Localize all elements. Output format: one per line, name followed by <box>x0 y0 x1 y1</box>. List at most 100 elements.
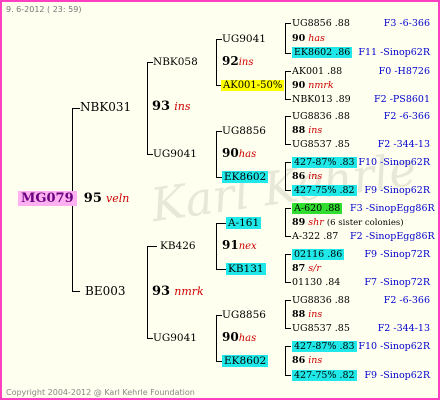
copyright: Copyright 2004-2012 @ Karl Kehrle Founda… <box>6 388 195 397</box>
gen4-tag: shr <box>308 217 324 228</box>
gen4-entry[interactable]: UG8856 .88 <box>292 17 350 30</box>
gen4-ref: F7 -Sinop72R <box>364 277 430 288</box>
date-stamp: 9. 6-2012 ( 23: 59) <box>6 5 82 14</box>
gen3-node-id[interactable]: AK001-50% <box>221 79 285 92</box>
gen3-node-id[interactable]: EK8602 <box>222 355 269 368</box>
gen3-node-id[interactable]: EK8602 <box>222 171 269 184</box>
gen4-label: EK8602 .86 <box>292 47 353 58</box>
gen4-entry[interactable]: 427-75% .82 <box>292 369 357 382</box>
gen2-node-id[interactable]: UG9041 <box>153 332 197 345</box>
gen4-ref: F2 -6-366 <box>383 295 430 306</box>
link-gen3e-top <box>285 208 291 209</box>
gen4-entry[interactable]: 02116 .86 <box>292 248 345 261</box>
gen4-ref: F3 -6-366 <box>383 18 430 29</box>
gen4-tag: nmrk <box>308 80 334 91</box>
gen4-entry[interactable]: EK8602 .86 <box>292 46 353 59</box>
root-id: MG079 <box>18 191 77 206</box>
link-gen3f-vertical <box>285 254 286 282</box>
gen3-label: A-161 <box>226 217 262 229</box>
link-gen3c-top <box>285 116 291 117</box>
gen3-node-id[interactable]: UG9041 <box>222 33 266 46</box>
gen4-score: 89 <box>292 217 306 228</box>
gen4-score-row: 88 ins <box>292 124 322 137</box>
gen4-ref: F3 -SinopEgg86R <box>350 203 435 214</box>
gen2-score: 90 <box>222 146 239 160</box>
gen2-node-score: 90has <box>222 147 256 161</box>
gen4-entry[interactable]: 427-75% .82 <box>292 184 357 197</box>
gen4-entry[interactable]: 427-87% .83 <box>292 340 357 353</box>
gen4-tag: ins <box>308 171 323 182</box>
gen1-node-score: 93 nmrk <box>152 285 204 298</box>
gen3-node-id[interactable]: A-161 <box>226 217 262 230</box>
gen4-note: (6 sister colonies) <box>326 218 404 228</box>
link-root-top <box>72 108 80 109</box>
root-score: 95 <box>83 191 102 206</box>
root-node[interactable]: MG079 95 veln <box>18 191 130 206</box>
gen4-entry[interactable]: UG8537 .85 <box>292 322 350 335</box>
link-gen3a-vertical <box>285 23 286 53</box>
gen2-node-score: 92ins <box>222 55 253 69</box>
gen4-tag: ins <box>308 125 323 136</box>
link-gen3b-top <box>285 71 291 72</box>
gen2-tag: nex <box>238 241 257 252</box>
gen4-score: 90 <box>292 80 306 91</box>
gen4-entry[interactable]: 01130 .84 <box>292 276 340 289</box>
gen3-label: EK8602 <box>222 355 269 367</box>
gen4-label: 427-87% .83 <box>292 341 357 352</box>
link-gen3g-vertical <box>285 300 286 328</box>
link-gen3d-bottom <box>285 190 291 191</box>
gen4-score-row: 90 nmrk <box>292 79 334 92</box>
root-tag: veln <box>106 192 130 205</box>
gen4-entry[interactable]: UG8537 .85 <box>292 138 350 151</box>
link-gen2d-vertical <box>216 315 217 361</box>
gen4-ref: F2 -PS8601 <box>374 94 430 105</box>
gen4-score-row: 90 has <box>292 32 325 45</box>
gen1-tag: nmrk <box>174 285 204 298</box>
gen4-label: 427-75% .82 <box>292 370 357 381</box>
gen4-score-row: 88 ins <box>292 308 322 321</box>
gen4-tag: has <box>308 33 325 44</box>
gen4-ref: F2 -344-13 <box>377 139 430 150</box>
link-gen3e-vertical <box>285 208 286 236</box>
link-gen1b-vertical <box>147 246 148 338</box>
link-gen3b-vertical <box>285 71 286 99</box>
link-gen3a-bottom <box>285 53 291 54</box>
gen2-node-id[interactable]: KB426 <box>160 240 196 253</box>
gen1-node-id[interactable]: NBK031 <box>80 101 131 114</box>
link-gen3g-top <box>285 300 291 301</box>
gen2-tag: ins <box>238 57 254 68</box>
gen4-entry[interactable]: UG8836 .88 <box>292 110 350 123</box>
gen4-entry[interactable]: A-322 .87 <box>292 230 338 243</box>
gen3-node-id[interactable]: KB131 <box>226 263 266 276</box>
gen1-node-id[interactable]: BE003 <box>85 285 125 298</box>
gen4-ref: F2 -SinopEgg86R <box>350 231 435 242</box>
gen4-score: 87 <box>292 263 306 274</box>
gen4-label: 427-87% .83 <box>292 157 357 168</box>
gen2-node-id[interactable]: NBK058 <box>153 56 198 69</box>
link-gen2c-vertical <box>216 223 217 269</box>
gen4-score: 88 <box>292 309 306 320</box>
gen3-node-id[interactable]: UG8856 <box>222 125 266 138</box>
gen3-node-id[interactable]: UG8856 <box>222 309 266 322</box>
link-gen3e-bottom <box>285 236 291 237</box>
gen4-label: 02116 .86 <box>292 249 345 260</box>
link-gen1b-top <box>147 246 157 247</box>
link-gen2b-vertical <box>216 131 217 177</box>
gen2-tag: has <box>238 333 257 344</box>
gen1-tag: ins <box>174 100 191 113</box>
gen4-entry[interactable]: 427-87% .83 <box>292 156 357 169</box>
link-root-bottom <box>72 291 80 292</box>
gen4-ref: F2 -344-13 <box>377 323 430 334</box>
gen4-entry[interactable]: NBK013 .89 <box>292 93 351 106</box>
gen4-entry[interactable]: UG8836 .88 <box>292 294 350 307</box>
gen4-entry[interactable]: AK001 .88 <box>292 65 342 78</box>
gen2-node-id[interactable]: UG9041 <box>153 148 197 161</box>
gen3-label: AK001-50% <box>221 80 285 91</box>
gen4-entry[interactable]: A-620 .88 <box>292 202 343 215</box>
link-gen3c-bottom <box>285 144 291 145</box>
gen1-score: 93 <box>152 99 171 114</box>
gen1-score: 93 <box>152 284 171 299</box>
gen4-tag: ins <box>308 309 323 320</box>
link-gen3h-top <box>285 346 291 347</box>
gen4-ref: F9 -Sinop62R <box>364 185 430 196</box>
